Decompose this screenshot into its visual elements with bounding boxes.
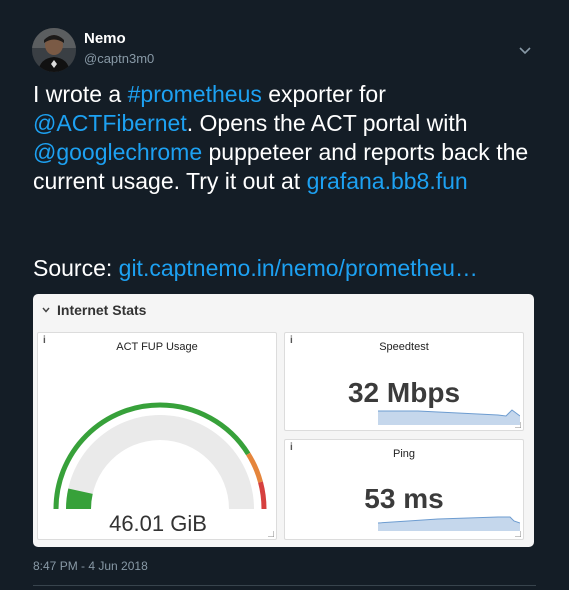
dashboard-row-header: Internet Stats [41, 302, 146, 318]
source-line: Source: git.captnemo.in/nemo/prometheu… [33, 254, 478, 283]
resize-handle-icon [515, 531, 521, 537]
source-label: Source: [33, 255, 119, 281]
speedtest-value: 32 Mbps [347, 377, 461, 408]
mention-link-googlechrome[interactable]: @googlechrome [33, 139, 202, 165]
attached-image[interactable]: Internet Stats i ACT FUP Usage 46.01 GiB… [33, 294, 534, 547]
resize-handle-icon [268, 531, 274, 537]
divider [33, 585, 536, 586]
author-handle[interactable]: @captn3m0 [84, 51, 154, 66]
tweet: Nemo @captn3m0 I wrote a #prometheus exp… [0, 0, 569, 590]
tweet-text-part: I wrote a [33, 81, 128, 107]
ping-value: 53 ms [364, 483, 444, 514]
hashtag-link[interactable]: #prometheus [128, 81, 262, 107]
chevron-down-icon[interactable] [517, 42, 533, 58]
chevron-down-icon [42, 307, 50, 313]
gauge-chart [53, 402, 267, 510]
avatar[interactable] [32, 28, 76, 72]
gauge-panel: i ACT FUP Usage 46.01 GiB [37, 332, 277, 540]
tweet-timestamp[interactable]: 8:47 PM - 4 Jun 2018 [33, 559, 148, 573]
mention-link-actfibernet[interactable]: @ACTFibernet [33, 110, 187, 136]
tweet-text-part: exporter for [261, 81, 386, 107]
ping-panel: i Ping 53 ms [284, 439, 524, 540]
tweet-text-part: . Opens the ACT portal with [186, 110, 468, 136]
speedtest-title: Speedtest [379, 341, 429, 353]
speedtest-panel: i Speedtest 32 Mbps [284, 332, 524, 431]
row-title: Internet Stats [57, 302, 147, 318]
gauge-value: 46.01 GiB [109, 511, 207, 536]
ping-title: Ping [392, 448, 416, 460]
avatar-image [32, 28, 76, 72]
resize-handle-icon [515, 422, 521, 428]
url-link[interactable]: grafana.bb8.fun [307, 168, 468, 194]
author-name[interactable]: Nemo [84, 30, 126, 47]
tweet-text: I wrote a #prometheus exporter for @ACTF… [33, 80, 533, 196]
source-link[interactable]: git.captnemo.in/nemo/prometheu… [119, 255, 478, 281]
